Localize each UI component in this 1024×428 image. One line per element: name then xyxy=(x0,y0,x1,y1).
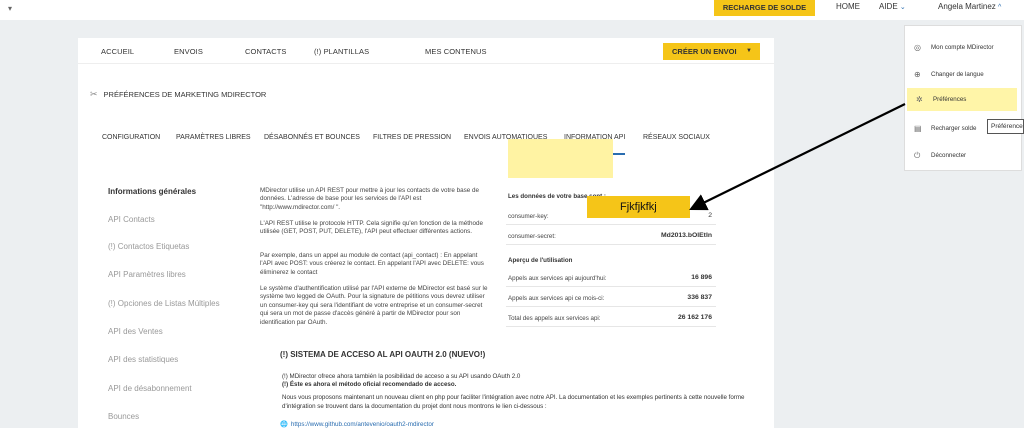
annotation-arrow xyxy=(689,103,906,211)
